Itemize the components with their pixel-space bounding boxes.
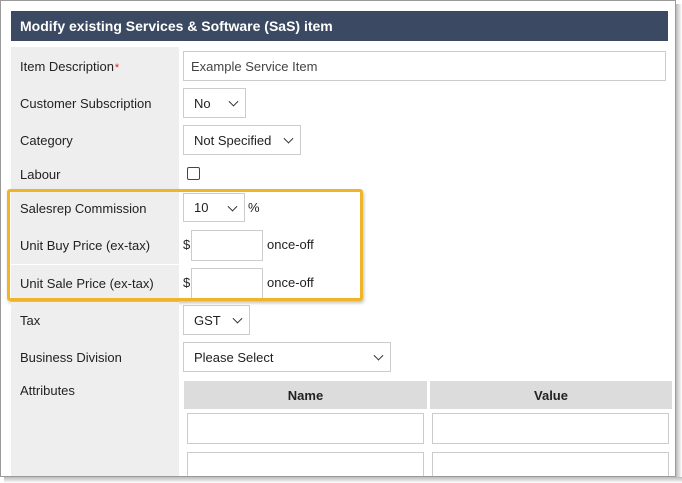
attribute-value-input[interactable] xyxy=(432,413,669,444)
category-select[interactable]: Not Specified xyxy=(183,125,301,155)
attribute-name-input[interactable] xyxy=(187,452,424,476)
customer-subscription-label: Customer Subscription xyxy=(11,85,179,122)
category-label: Category xyxy=(11,122,179,159)
attribute-value-input[interactable] xyxy=(432,452,669,476)
labour-checkbox[interactable] xyxy=(187,167,200,180)
business-division-value: Please Select xyxy=(194,349,274,365)
attributes-name-header: Name xyxy=(184,381,427,409)
business-division-label: Business Division xyxy=(11,339,179,376)
labour-label: Labour xyxy=(11,159,179,189)
customer-subscription-value: No xyxy=(194,95,211,111)
required-mark: * xyxy=(114,62,120,74)
attributes-label: Attributes xyxy=(11,376,179,476)
chevron-down-icon xyxy=(232,313,243,324)
form-panel: Modify existing Services & Software (SaS… xyxy=(0,0,676,477)
category-value: Not Specified xyxy=(194,132,272,148)
attribute-name-input[interactable] xyxy=(187,413,424,444)
attributes-value-header: Value xyxy=(430,381,672,409)
business-division-select[interactable]: Please Select xyxy=(183,342,391,372)
frame-shadow xyxy=(4,477,682,483)
chevron-down-icon xyxy=(228,96,239,107)
tax-label: Tax xyxy=(11,302,179,339)
chevron-down-icon xyxy=(283,133,294,144)
item-description-label-text: Item Description xyxy=(20,58,114,74)
frame-shadow xyxy=(676,4,682,483)
pricing-highlight-box xyxy=(7,189,363,301)
chevron-down-icon xyxy=(373,350,384,361)
customer-subscription-select[interactable]: No xyxy=(183,88,246,118)
tax-value: GST xyxy=(194,312,221,328)
form-header: Modify existing Services & Software (SaS… xyxy=(11,11,668,41)
item-description-input[interactable]: Example Service Item xyxy=(183,51,666,81)
tax-select[interactable]: GST xyxy=(183,305,250,335)
item-description-label: Item Description * xyxy=(11,47,179,85)
